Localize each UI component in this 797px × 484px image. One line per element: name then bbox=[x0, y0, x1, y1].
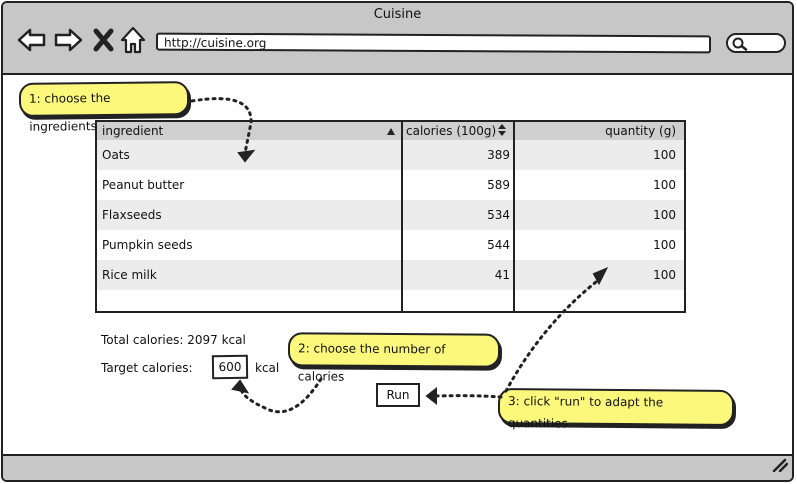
browser-toolbar: Cuisine http://cuisine.org bbox=[3, 3, 792, 75]
total-calories-text: Total calories: 2097 kcal bbox=[101, 333, 246, 347]
quantity-cell: 100 bbox=[653, 178, 676, 192]
calories-cell: 389 bbox=[487, 148, 510, 162]
back-icon[interactable] bbox=[17, 25, 47, 55]
search-field[interactable] bbox=[726, 33, 786, 53]
browser-window: Cuisine http://cuisine.org ingredient ca… bbox=[1, 1, 794, 482]
calories-cell: 534 bbox=[487, 208, 510, 222]
ingredient-cell: Rice milk bbox=[102, 268, 157, 282]
resize-grip-icon[interactable] bbox=[772, 457, 789, 476]
target-calories-input[interactable]: 600 bbox=[211, 354, 249, 380]
arrow-head bbox=[231, 379, 250, 394]
sort-both-icon[interactable] bbox=[497, 123, 507, 140]
ingredients-table: ingredient calories (100g) quantity (g) … bbox=[95, 120, 686, 313]
forward-icon[interactable] bbox=[53, 25, 83, 55]
callout-note-1: 1: choose the ingredients bbox=[18, 81, 190, 134]
close-icon[interactable] bbox=[91, 25, 121, 55]
ingredient-cell: Flaxseeds bbox=[102, 208, 162, 222]
sort-ascending-icon[interactable] bbox=[386, 125, 396, 139]
column-header-quantity[interactable]: quantity (g) bbox=[605, 124, 676, 138]
table-row[interactable]: Rice milk 41 100 bbox=[97, 260, 684, 290]
window-title: Cuisine bbox=[373, 7, 422, 22]
target-calories-label: Target calories: bbox=[101, 361, 193, 375]
callout-note-2: 2: choose the number of calories bbox=[287, 332, 501, 384]
ingredient-cell: Pumpkin seeds bbox=[102, 238, 193, 252]
calories-cell: 544 bbox=[487, 238, 510, 252]
ingredient-cell: Peanut butter bbox=[102, 178, 185, 192]
table-row[interactable]: Oats 389 100 bbox=[97, 140, 684, 170]
arrow-head bbox=[425, 386, 437, 406]
quantity-cell: 100 bbox=[653, 148, 676, 162]
quantity-cell: 100 bbox=[653, 208, 676, 222]
status-bar bbox=[3, 454, 792, 480]
column-divider bbox=[513, 122, 515, 311]
column-divider bbox=[401, 122, 403, 311]
quantity-cell: 100 bbox=[653, 268, 676, 282]
table-row[interactable]: Flaxseeds 534 100 bbox=[97, 200, 684, 230]
calories-cell: 41 bbox=[494, 268, 510, 282]
calories-cell: 589 bbox=[487, 178, 510, 192]
column-header-calories[interactable]: calories (100g) bbox=[406, 124, 496, 138]
table-row[interactable]: Peanut butter 589 100 bbox=[97, 170, 684, 200]
table-row[interactable]: Pumpkin seeds 544 100 bbox=[97, 230, 684, 260]
column-header-ingredient[interactable]: ingredient bbox=[102, 124, 163, 138]
url-bar[interactable]: http://cuisine.org bbox=[155, 32, 712, 54]
kcal-unit-label: kcal bbox=[255, 361, 280, 375]
quantity-cell: 100 bbox=[653, 238, 676, 252]
home-icon[interactable] bbox=[119, 25, 149, 55]
search-icon bbox=[732, 37, 748, 51]
callout-note-3: 3: click "run" to adapt the quantities bbox=[497, 387, 735, 431]
table-header: ingredient calories (100g) quantity (g) bbox=[97, 122, 684, 140]
ingredient-cell: Oats bbox=[102, 148, 130, 162]
run-button[interactable]: Run bbox=[376, 383, 420, 407]
